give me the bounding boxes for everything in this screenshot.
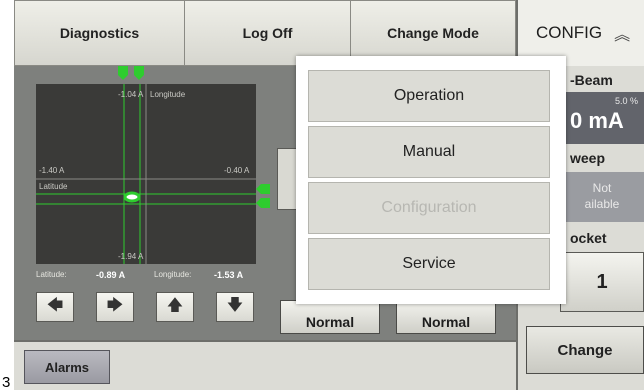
sweep-status-line2: ailable — [584, 197, 620, 211]
latitude-label: Latitude: — [36, 270, 67, 279]
beam-spot-icon — [123, 191, 141, 203]
menu-item-operation[interactable]: Operation — [308, 70, 550, 122]
menu-item-configuration: Configuration — [308, 182, 550, 234]
change-mode-menu: Operation Manual Configuration Service — [296, 56, 566, 304]
sweep-status: Not ailable — [560, 172, 644, 222]
left-value: -1.40 A — [39, 166, 65, 175]
alarms-button[interactable]: Alarms — [24, 350, 110, 384]
change-button[interactable]: Change — [526, 326, 644, 374]
arrow-up-button[interactable]: 🡅 — [156, 292, 194, 322]
longitude-value: -1.53 A — [214, 270, 244, 280]
diagnostics-button[interactable]: Diagnostics — [14, 0, 185, 66]
arrow-right-icon: 🡆 — [106, 296, 124, 314]
beam-current-display: 5.0 % 0 mA — [560, 92, 644, 144]
longitude-label: Longitude: — [154, 270, 192, 279]
sweep-label: weep — [570, 150, 606, 166]
menu-item-service[interactable]: Service — [308, 238, 550, 290]
pocket-label: ocket — [570, 230, 607, 246]
latitude-value: -0.89 A — [96, 270, 126, 280]
left-axis-label: Latitude — [39, 182, 68, 191]
beam-position-plot: -1.04 A Longitude -1.40 A Latitude -0.40… — [36, 84, 256, 264]
arrow-down-icon: 🡇 — [226, 296, 244, 314]
config-title: CONFIG — [536, 23, 603, 42]
beam-percent: 5.0 % — [614, 96, 638, 106]
beam-value: 0 mA — [570, 108, 624, 133]
bottom-value: -1.94 A — [118, 252, 144, 261]
pocket-selector[interactable]: 1 — [560, 252, 644, 312]
top-value: -1.04 A — [118, 90, 144, 99]
top-axis-label: Longitude — [150, 90, 186, 99]
arrow-down-button[interactable]: 🡇 — [216, 292, 254, 322]
normal-button-2[interactable]: Normal — [396, 300, 496, 334]
plot-svg — [36, 84, 256, 264]
beam-label: -Beam — [570, 72, 613, 88]
normal-button-1[interactable]: Normal — [280, 300, 380, 334]
top-handles-icon[interactable] — [116, 66, 150, 82]
right-handles-icon[interactable] — [256, 182, 272, 212]
arrow-left-button[interactable]: 🡄 — [36, 292, 74, 322]
arrow-left-icon: 🡄 — [46, 296, 64, 314]
sweep-status-line1: Not — [592, 181, 612, 195]
right-value: -0.40 A — [224, 166, 250, 175]
menu-item-manual[interactable]: Manual — [308, 126, 550, 178]
arrow-right-button[interactable]: 🡆 — [96, 292, 134, 322]
chevron-up-double-icon[interactable]: ︽ — [614, 21, 630, 45]
arrow-up-icon: 🡅 — [166, 296, 184, 314]
edge-number: 3 — [2, 374, 11, 391]
